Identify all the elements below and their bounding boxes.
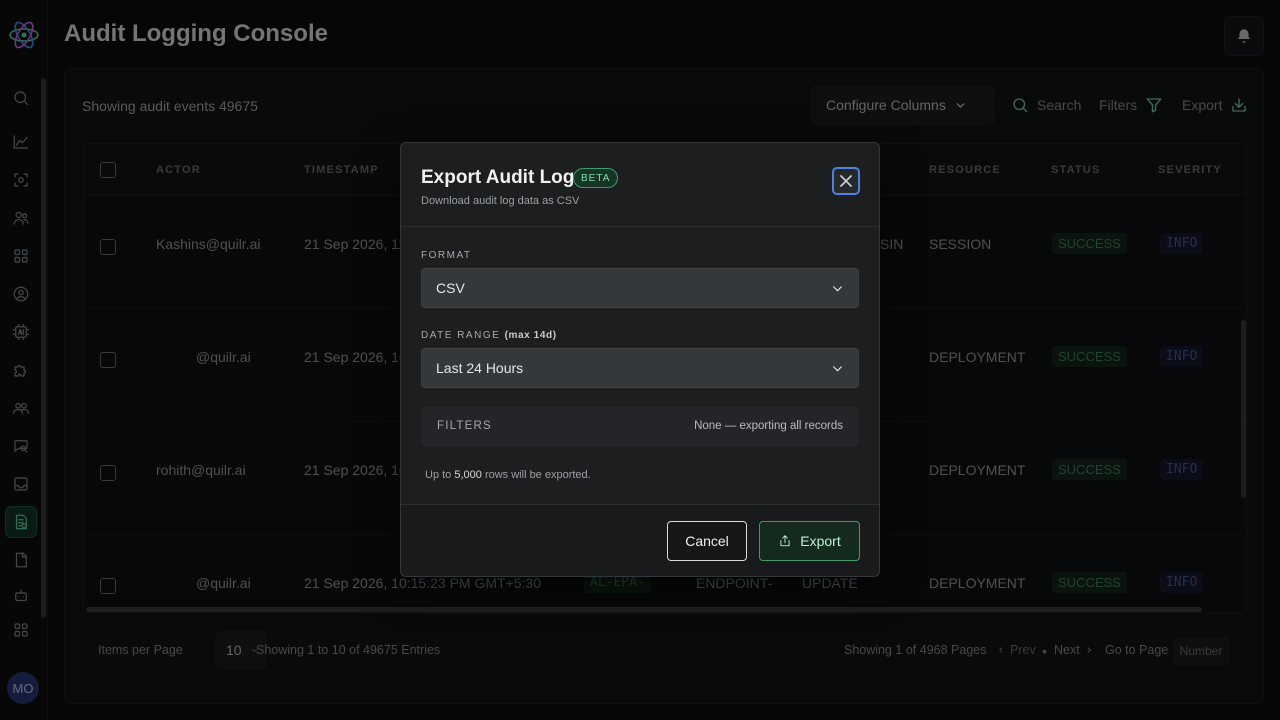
- beta-badge: BETA: [573, 168, 619, 188]
- rows-note-count: 5,000: [454, 469, 482, 481]
- rows-note-suffix: rows will be exported.: [484, 469, 591, 481]
- date-range-hint: (max 14d): [504, 330, 557, 341]
- dialog-title: Export Audit Log: [421, 167, 575, 188]
- date-range-label-text: DATE RANGE: [421, 330, 501, 341]
- date-range-label: DATE RANGE (max 14d): [421, 330, 557, 341]
- date-range-value: Last 24 Hours: [436, 360, 524, 376]
- close-icon: [840, 175, 852, 187]
- chevron-down-icon: [833, 286, 842, 292]
- format-select[interactable]: CSV: [421, 268, 859, 308]
- format-value: CSV: [436, 280, 465, 296]
- format-label: FORMAT: [421, 250, 472, 261]
- share-upload-icon: [780, 535, 790, 547]
- filters-summary: FILTERS None — exporting all records: [421, 407, 859, 447]
- filters-summary-value: None — exporting all records: [694, 420, 843, 432]
- chevron-down-icon: [833, 366, 842, 372]
- dialog-subtitle: Download audit log data as CSV: [421, 195, 580, 207]
- date-range-select[interactable]: Last 24 Hours: [421, 348, 859, 388]
- rows-note-prefix: Up to: [425, 469, 452, 481]
- close-button[interactable]: [832, 167, 860, 195]
- export-button[interactable]: Export: [759, 521, 860, 561]
- dialog-divider: [401, 226, 879, 227]
- cancel-button[interactable]: Cancel: [667, 521, 747, 561]
- rows-limit-note: Up to 5,000 rows will be exported.: [425, 469, 591, 481]
- export-button-label: Export: [800, 533, 841, 549]
- dialog-footer: Cancel Export: [401, 504, 879, 576]
- app: MO Audit Logging Console Showing audit e…: [0, 0, 1280, 720]
- filters-summary-label: FILTERS: [437, 420, 492, 432]
- export-audit-log-dialog: Export Audit Log BETA Download audit log…: [400, 142, 880, 577]
